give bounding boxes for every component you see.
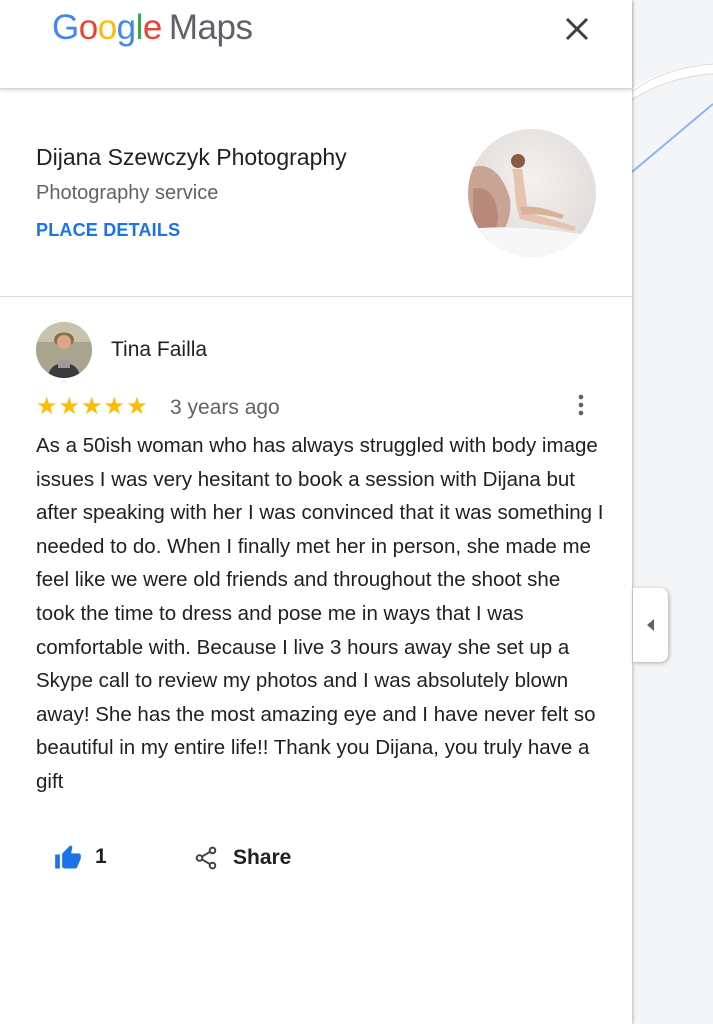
- more-options-button[interactable]: [570, 392, 592, 418]
- google-maps-logo: Google Maps: [52, 8, 253, 47]
- more-vert-icon: [578, 394, 584, 416]
- place-photo[interactable]: [468, 129, 596, 257]
- header: Google Maps: [0, 0, 632, 89]
- collapse-panel-button[interactable]: [633, 588, 668, 662]
- review-text: As a 50ish woman who has always struggle…: [36, 434, 604, 793]
- thumb-up-icon: [55, 845, 81, 869]
- share-icon: [195, 846, 217, 870]
- reviewer-avatar[interactable]: [36, 322, 92, 378]
- close-icon: [565, 17, 589, 41]
- map-background[interactable]: [632, 0, 713, 1024]
- place-details-link[interactable]: PLACE DETAILS: [36, 220, 180, 241]
- place-name: Dijana Szewczyk Photography: [36, 144, 347, 170]
- close-button[interactable]: [562, 14, 592, 44]
- place-section: Dijana Szewczyk Photography Photography …: [0, 89, 632, 297]
- review-date: 3 years ago: [170, 396, 280, 419]
- share-label: Share: [233, 846, 292, 869]
- like-count: 1: [95, 845, 107, 868]
- review-panel: Google Maps Dijana Szewczyk Photography P…: [0, 0, 632, 1024]
- reviewer-name[interactable]: Tina Failla: [111, 338, 207, 362]
- place-category: Photography service: [36, 182, 219, 204]
- star-rating: ★★★★★: [36, 393, 149, 420]
- caret-left-icon: [647, 619, 654, 631]
